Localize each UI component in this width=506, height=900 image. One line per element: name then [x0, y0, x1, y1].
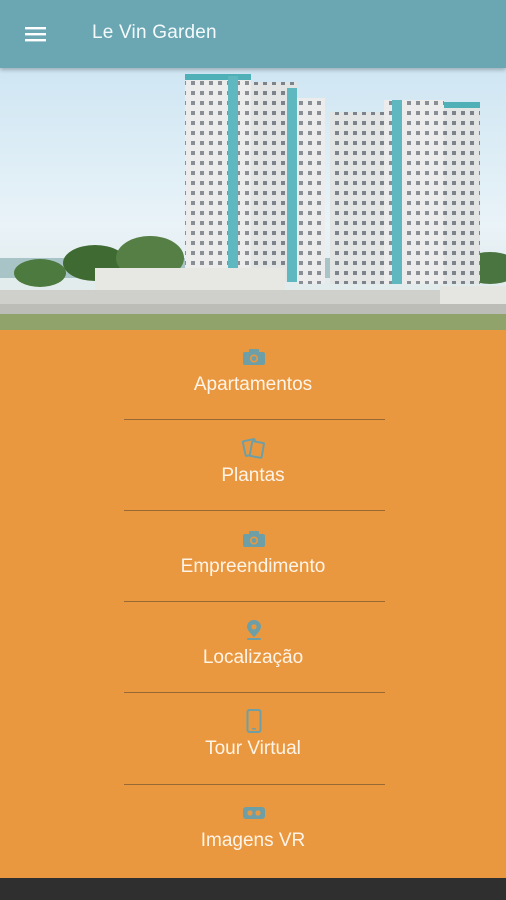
menu-item-empreendimento[interactable]: Empreendimento: [0, 512, 506, 603]
menu-item-label: Empreendimento: [180, 556, 326, 577]
divider: [124, 784, 385, 785]
divider: [124, 510, 385, 511]
menu-item-label: Apartamentos: [193, 374, 313, 395]
divider: [124, 419, 385, 420]
main-menu: Apartamentos Plantas Empreendimento Loca…: [0, 330, 506, 878]
map-pin-icon: [241, 619, 267, 641]
camera-icon: [241, 528, 267, 550]
menu-item-label: Plantas: [221, 465, 285, 486]
hero-image: [0, 68, 506, 330]
menu-item-plantas[interactable]: Plantas: [0, 421, 506, 512]
menu-item-label: Imagens VR: [200, 830, 306, 851]
menu-item-label: Localização: [202, 647, 304, 668]
smartphone-icon: [241, 708, 267, 734]
menu-item-apartamentos[interactable]: Apartamentos: [0, 330, 506, 421]
menu-item-tour-virtual[interactable]: Tour Virtual: [0, 694, 506, 785]
hamburger-menu-icon: [25, 27, 46, 42]
pages-icon: [241, 437, 267, 459]
menu-item-label: Tour Virtual: [205, 738, 301, 759]
divider: [124, 692, 385, 693]
divider: [124, 601, 385, 602]
navigation-bar: [0, 878, 506, 900]
menu-button[interactable]: [16, 14, 56, 54]
menu-item-localizacao[interactable]: Localização: [0, 603, 506, 694]
app-title: Le Vin Garden: [92, 22, 217, 43]
vr-headset-icon: [241, 802, 267, 824]
app-bar: Le Vin Garden: [0, 0, 506, 68]
menu-item-imagens-vr[interactable]: Imagens VR: [0, 786, 506, 877]
camera-icon: [241, 346, 267, 368]
